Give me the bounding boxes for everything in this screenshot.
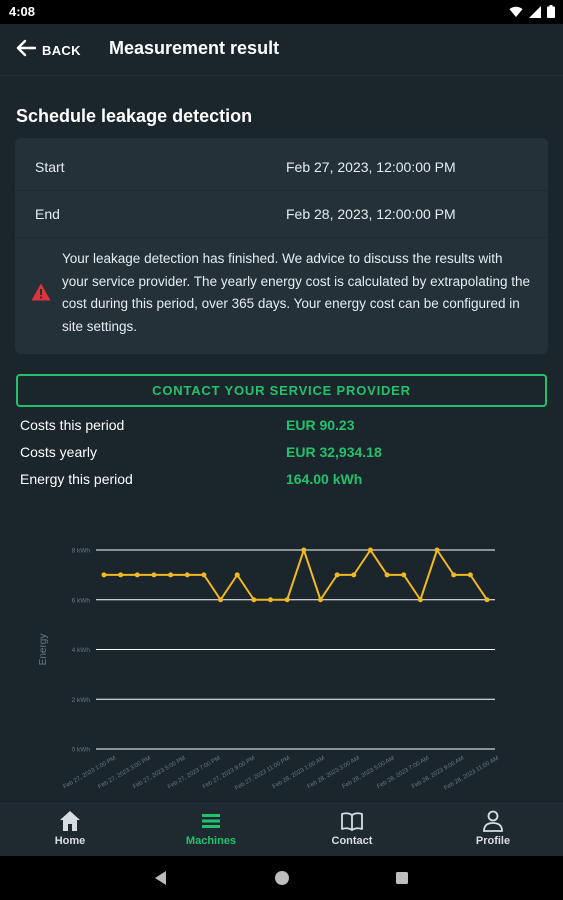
start-label: Start xyxy=(35,159,65,175)
energy-chart-svg: 0 kWh2 kWh4 kWh6 kWh8 kWhEnergyFeb 27, 2… xyxy=(38,547,500,792)
data-point xyxy=(218,597,224,603)
data-point xyxy=(451,572,457,578)
warning-icon xyxy=(31,283,51,306)
data-point xyxy=(201,572,207,578)
end-value: Feb 28, 2023, 12:00:00 PM xyxy=(286,206,456,222)
data-point xyxy=(401,572,407,578)
y-tick-label: 8 kWh xyxy=(72,548,91,555)
energy-chart: 0 kWh 2 kWh 4 kWh 6 kWh 8 kWh Energy Feb 27, 2… xyxy=(30,530,530,800)
signal-icon xyxy=(529,5,541,23)
data-point xyxy=(151,572,157,578)
end-row: End Feb 28, 2023, 12:00:00 PM xyxy=(15,191,548,238)
page-title: Measurement result xyxy=(109,38,280,58)
data-point xyxy=(351,572,357,578)
wifi-icon xyxy=(509,5,523,23)
stat-label: Costs this period xyxy=(20,417,125,433)
stat-costs-period: Costs this period EUR 90.23 xyxy=(20,417,540,437)
y-tick-label: 2 kWh xyxy=(72,697,91,704)
home-icon xyxy=(58,810,82,832)
stat-value: 164.00 kWh xyxy=(286,471,363,487)
stat-label: Energy this period xyxy=(20,471,133,487)
book-icon xyxy=(340,810,364,832)
data-point xyxy=(268,597,274,603)
battery-icon xyxy=(547,5,555,23)
back-triangle-icon[interactable] xyxy=(155,871,166,885)
nav-label: Contact xyxy=(331,835,373,847)
data-point xyxy=(334,572,340,578)
status-icons xyxy=(509,5,555,23)
data-point xyxy=(234,572,240,578)
nav-label: Home xyxy=(54,835,86,847)
data-point xyxy=(484,597,490,603)
bottom-nav: Home Machines Contact Profile xyxy=(0,803,563,856)
list-icon xyxy=(199,810,223,832)
contact-service-provider-button[interactable]: CONTACT YOUR SERVICE PROVIDER xyxy=(16,374,547,407)
data-point xyxy=(417,597,423,603)
recents-square-icon[interactable] xyxy=(396,872,408,884)
app-bar: BACK Measurement result xyxy=(0,24,563,76)
nav-label: Machines xyxy=(185,835,237,847)
data-point xyxy=(134,572,140,578)
back-button[interactable]: BACK xyxy=(16,38,81,62)
warning-message: Your leakage detection has finished. We … xyxy=(15,238,548,348)
home-circle-icon[interactable] xyxy=(275,871,289,885)
data-point xyxy=(168,572,174,578)
y-tick-label: 6 kWh xyxy=(72,597,91,604)
warning-text: Your leakage detection has finished. We … xyxy=(62,251,530,334)
arrow-left-icon xyxy=(16,39,37,62)
start-row: Start Feb 27, 2023, 12:00:00 PM xyxy=(15,144,548,191)
data-point xyxy=(101,572,107,578)
data-point xyxy=(301,547,307,553)
status-time: 4:08 xyxy=(9,4,36,19)
data-point xyxy=(317,597,323,603)
system-nav-bar xyxy=(0,856,563,900)
y-tick-label: 4 kWh xyxy=(72,647,91,654)
status-bar: 4:08 xyxy=(0,0,563,24)
data-point xyxy=(367,547,373,553)
y-axis-label: Energy xyxy=(38,634,49,666)
stat-label: Costs yearly xyxy=(20,444,98,460)
stat-value: EUR 32,934.18 xyxy=(286,444,382,460)
stat-value: EUR 90.23 xyxy=(286,417,355,433)
data-point xyxy=(284,597,290,603)
back-label: BACK xyxy=(42,42,81,58)
data-point xyxy=(118,572,124,578)
data-point xyxy=(184,572,190,578)
end-label: End xyxy=(35,206,60,222)
nav-item-profile[interactable]: Profile xyxy=(433,810,553,854)
start-value: Feb 27, 2023, 12:00:00 PM xyxy=(286,159,456,175)
data-point xyxy=(251,597,257,603)
data-point xyxy=(467,572,473,578)
y-tick-label: 0 kWh xyxy=(72,747,91,754)
data-point xyxy=(434,547,440,553)
nav-item-contact[interactable]: Contact xyxy=(292,810,412,854)
schedule-card: Start Feb 27, 2023, 12:00:00 PM End Feb … xyxy=(15,138,548,354)
nav-item-home[interactable]: Home xyxy=(10,810,130,854)
stat-costs-yearly: Costs yearly EUR 32,934.18 xyxy=(20,444,540,464)
nav-label: Profile xyxy=(475,835,511,847)
nav-item-machines[interactable]: Machines xyxy=(151,810,271,854)
section-title: Schedule leakage detection xyxy=(16,106,253,126)
data-point xyxy=(384,572,390,578)
person-icon xyxy=(481,810,505,832)
series-line xyxy=(104,549,488,601)
stat-energy-period: Energy this period 164.00 kWh xyxy=(20,471,540,491)
